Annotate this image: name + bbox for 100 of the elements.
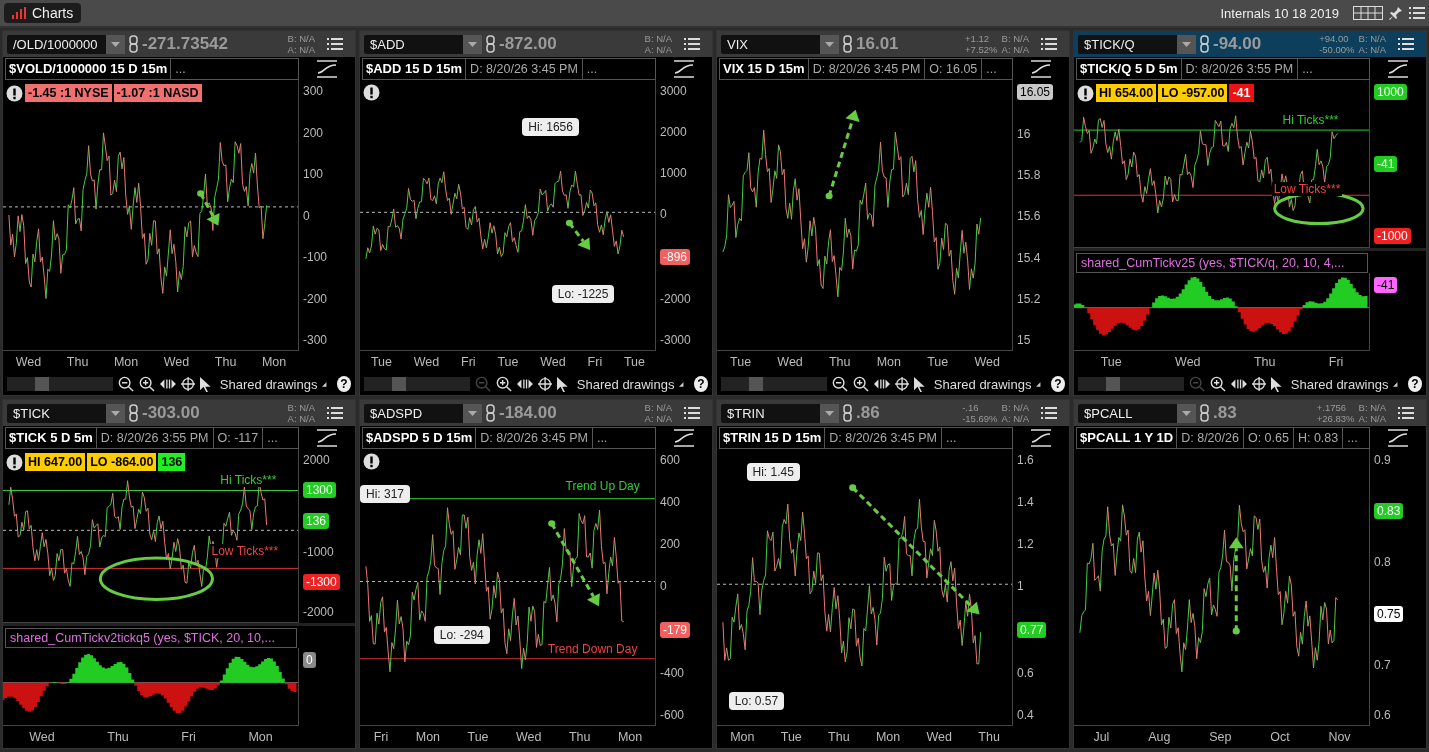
scrollbar[interactable]	[7, 377, 114, 391]
pin-icon[interactable]	[1389, 6, 1403, 20]
scrollbar[interactable]	[364, 377, 471, 391]
menu-icon[interactable]	[327, 407, 343, 419]
link-icon[interactable]	[129, 404, 138, 422]
caret-icon	[679, 381, 684, 387]
menu-icon[interactable]	[1398, 38, 1414, 50]
symbol-dropdown[interactable]: $TRIN	[721, 403, 839, 423]
menu-icon[interactable]	[1409, 7, 1425, 19]
help-button[interactable]: ?	[1050, 376, 1065, 392]
grid-layout-icon[interactable]	[1353, 6, 1383, 20]
symbol-dropdown[interactable]: VIX	[721, 34, 839, 54]
menu-icon[interactable]	[684, 407, 700, 419]
link-icon[interactable]	[843, 35, 852, 53]
value-badge: -41	[1229, 84, 1254, 102]
link-icon[interactable]	[129, 35, 138, 53]
curve-icon[interactable]	[316, 59, 338, 79]
crosshair-icon[interactable]	[895, 376, 910, 392]
link-icon[interactable]	[1200, 404, 1209, 422]
axis-label: Fri	[181, 730, 196, 744]
zoom-out-icon[interactable]	[118, 375, 135, 393]
axis-label: 0.6	[1017, 665, 1034, 680]
caret-icon	[825, 410, 834, 416]
charts-tab[interactable]: Charts	[4, 3, 82, 23]
chart-info: D: 8/20/26 3:55 PM	[96, 428, 214, 448]
price-change: +7.52%	[965, 44, 998, 55]
zoom-in-icon[interactable]	[1210, 375, 1227, 393]
scrollbar[interactable]	[1078, 377, 1185, 391]
curve-icon[interactable]	[1030, 59, 1052, 79]
study-label: shared_CumTickv2tickq5 (yes, $TICK, 20, 10,...	[5, 628, 297, 648]
chart-title: $ADD 15 D 15m	[363, 59, 467, 79]
shared-drawings-menu[interactable]: Shared drawings	[933, 376, 1032, 392]
pan-icon[interactable]	[160, 377, 177, 391]
pan-icon[interactable]	[1231, 377, 1248, 391]
chart-info: D: 8/20/26 3:55 PM	[1181, 59, 1299, 79]
workspace-name: Internals 10 18 2019	[1219, 5, 1340, 21]
bid-label: B: N/A	[1358, 33, 1386, 44]
axis-label: -400	[660, 665, 685, 680]
menu-icon[interactable]	[1398, 407, 1414, 419]
axis-label: 0.8	[1374, 555, 1391, 570]
level-label: Hi Ticks***	[218, 473, 279, 488]
axis-label: -200	[303, 291, 328, 306]
zoom-out-icon[interactable]	[832, 375, 849, 393]
curve-icon[interactable]	[316, 428, 338, 448]
curve-icon[interactable]	[673, 59, 695, 79]
ask-label: A: N/A	[1358, 413, 1386, 424]
shared-drawings-menu[interactable]: Shared drawings	[1290, 376, 1389, 392]
axis-label: Wed	[516, 730, 542, 744]
link-icon[interactable]	[486, 404, 495, 422]
link-icon[interactable]	[843, 404, 852, 422]
axis-label: 2000	[660, 125, 687, 140]
zoom-in-icon[interactable]	[496, 375, 513, 393]
zoom-in-icon[interactable]	[853, 375, 870, 393]
bar-chart-icon	[12, 7, 26, 19]
bid-label: B: N/A	[1358, 402, 1386, 413]
menu-icon[interactable]	[1041, 407, 1057, 419]
help-button[interactable]: ?	[1407, 376, 1422, 392]
chart-info: D: 8/20/26 3:45 PM	[808, 59, 926, 79]
cursor-icon[interactable]	[914, 375, 925, 393]
symbol-dropdown[interactable]: $TICK/Q	[1078, 34, 1196, 54]
crosshair-icon[interactable]	[1252, 376, 1267, 392]
cursor-icon[interactable]	[200, 375, 211, 393]
help-button[interactable]: ?	[693, 376, 708, 392]
chart-info: D: 8/20/26 3:45 PM	[825, 428, 942, 448]
axis-label: Mon	[876, 355, 901, 369]
crosshair-icon[interactable]	[181, 376, 196, 392]
zoom-in-icon[interactable]	[139, 375, 156, 393]
axis-label: Tue	[730, 355, 752, 369]
pan-icon[interactable]	[517, 377, 534, 391]
menu-icon[interactable]	[684, 38, 700, 50]
menu-icon[interactable]	[1041, 38, 1057, 50]
cursor-icon[interactable]	[557, 375, 568, 393]
ask-label: A: N/A	[287, 413, 315, 424]
symbol-dropdown[interactable]: $ADSPD	[364, 403, 482, 423]
axis-label: Wed	[29, 730, 55, 744]
price-tag: -896	[660, 248, 691, 265]
cursor-icon[interactable]	[1271, 375, 1282, 393]
price-change: +26.83%	[1316, 413, 1355, 424]
curve-icon[interactable]	[673, 428, 695, 448]
axis-label: Sep	[1209, 730, 1232, 744]
price-tag: 0.77	[1017, 621, 1047, 638]
pan-icon[interactable]	[874, 377, 891, 391]
axis-label: Fri	[461, 355, 476, 369]
link-icon[interactable]	[486, 35, 495, 53]
chart-title: $VOLD/1000000 15 D 15m	[6, 59, 172, 79]
menu-icon[interactable]	[327, 38, 343, 50]
shared-drawings-menu[interactable]: Shared drawings	[219, 376, 318, 392]
curve-icon[interactable]	[1387, 59, 1409, 79]
symbol-dropdown[interactable]: /OLD/1000000	[7, 34, 125, 54]
symbol-dropdown[interactable]: $PCALL	[1078, 403, 1196, 423]
axis-label: Thu	[107, 730, 129, 744]
link-icon[interactable]	[1200, 35, 1209, 53]
curve-icon[interactable]	[1387, 428, 1409, 448]
crosshair-icon[interactable]	[538, 376, 553, 392]
scrollbar[interactable]	[721, 377, 828, 391]
symbol-dropdown[interactable]: $TICK	[7, 403, 125, 423]
shared-drawings-menu[interactable]: Shared drawings	[576, 376, 675, 392]
help-button[interactable]: ?	[336, 376, 351, 392]
symbol-dropdown[interactable]: $ADD	[364, 34, 482, 54]
curve-icon[interactable]	[1030, 428, 1052, 448]
